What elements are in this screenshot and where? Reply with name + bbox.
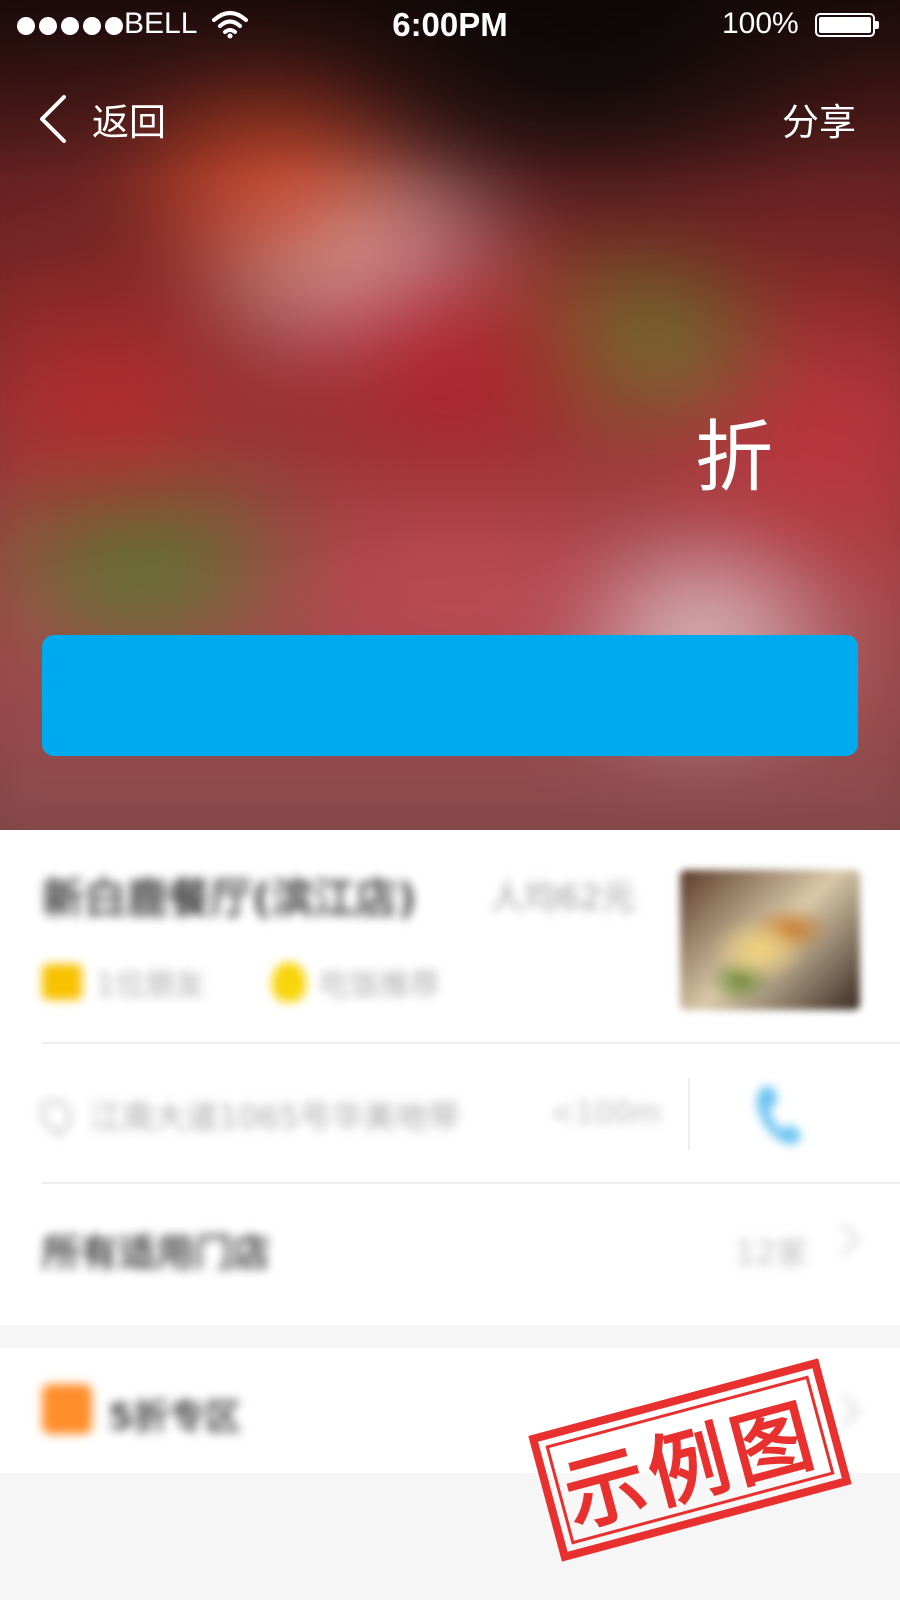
chevron-left-icon [40,95,66,143]
status-bar: BELL 6:00PM 100% [0,0,900,52]
chevron-right-icon [827,1223,860,1256]
buy-button[interactable] [42,635,858,756]
vertical-divider [688,1078,690,1150]
store-name: 新白鹿餐厅(滨江店) [42,874,417,923]
all-stores-count: 12家 [735,1234,808,1272]
recommend-text: 1位朋友 [96,968,206,1003]
store-info-card: 新白鹿餐厅(滨江店) 人均62元 1位朋友 吃饭推荐 江南大道1065号华美地带… [0,830,900,1325]
recommend-tag: 1位朋友 [42,960,205,1004]
divider [42,1182,900,1184]
lightbulb-icon [272,962,306,1002]
back-button[interactable]: 返回 [38,92,166,146]
hero-image: BELL 6:00PM 100% 返回 分享 折 [0,0,900,830]
discount-label: 折 [695,413,774,503]
share-button[interactable]: 分享 [782,92,856,146]
average-price: 人均62元 [490,878,636,918]
back-label: 返回 [92,101,166,144]
store-distance: <100m [550,1096,662,1131]
discount-zone-label: 5折专区 [108,1397,242,1438]
store-photo[interactable] [680,870,860,1010]
location-pin-icon [34,1093,78,1137]
discount-zone-icon [42,1384,92,1434]
battery-icon [815,13,879,37]
all-stores-label[interactable]: 所有适用门店 [42,1222,270,1277]
battery-percent: 100% [722,7,799,40]
tip-tag: 吃饭推荐 [272,960,440,1004]
store-address[interactable]: 江南大道1065号华美地带 [90,1092,459,1138]
divider [42,1042,900,1044]
navigation-bar: 返回 分享 [0,80,900,150]
thumbs-up-icon [42,964,82,1000]
phone-icon[interactable] [750,1080,810,1156]
tip-text: 吃饭推荐 [320,968,440,1003]
